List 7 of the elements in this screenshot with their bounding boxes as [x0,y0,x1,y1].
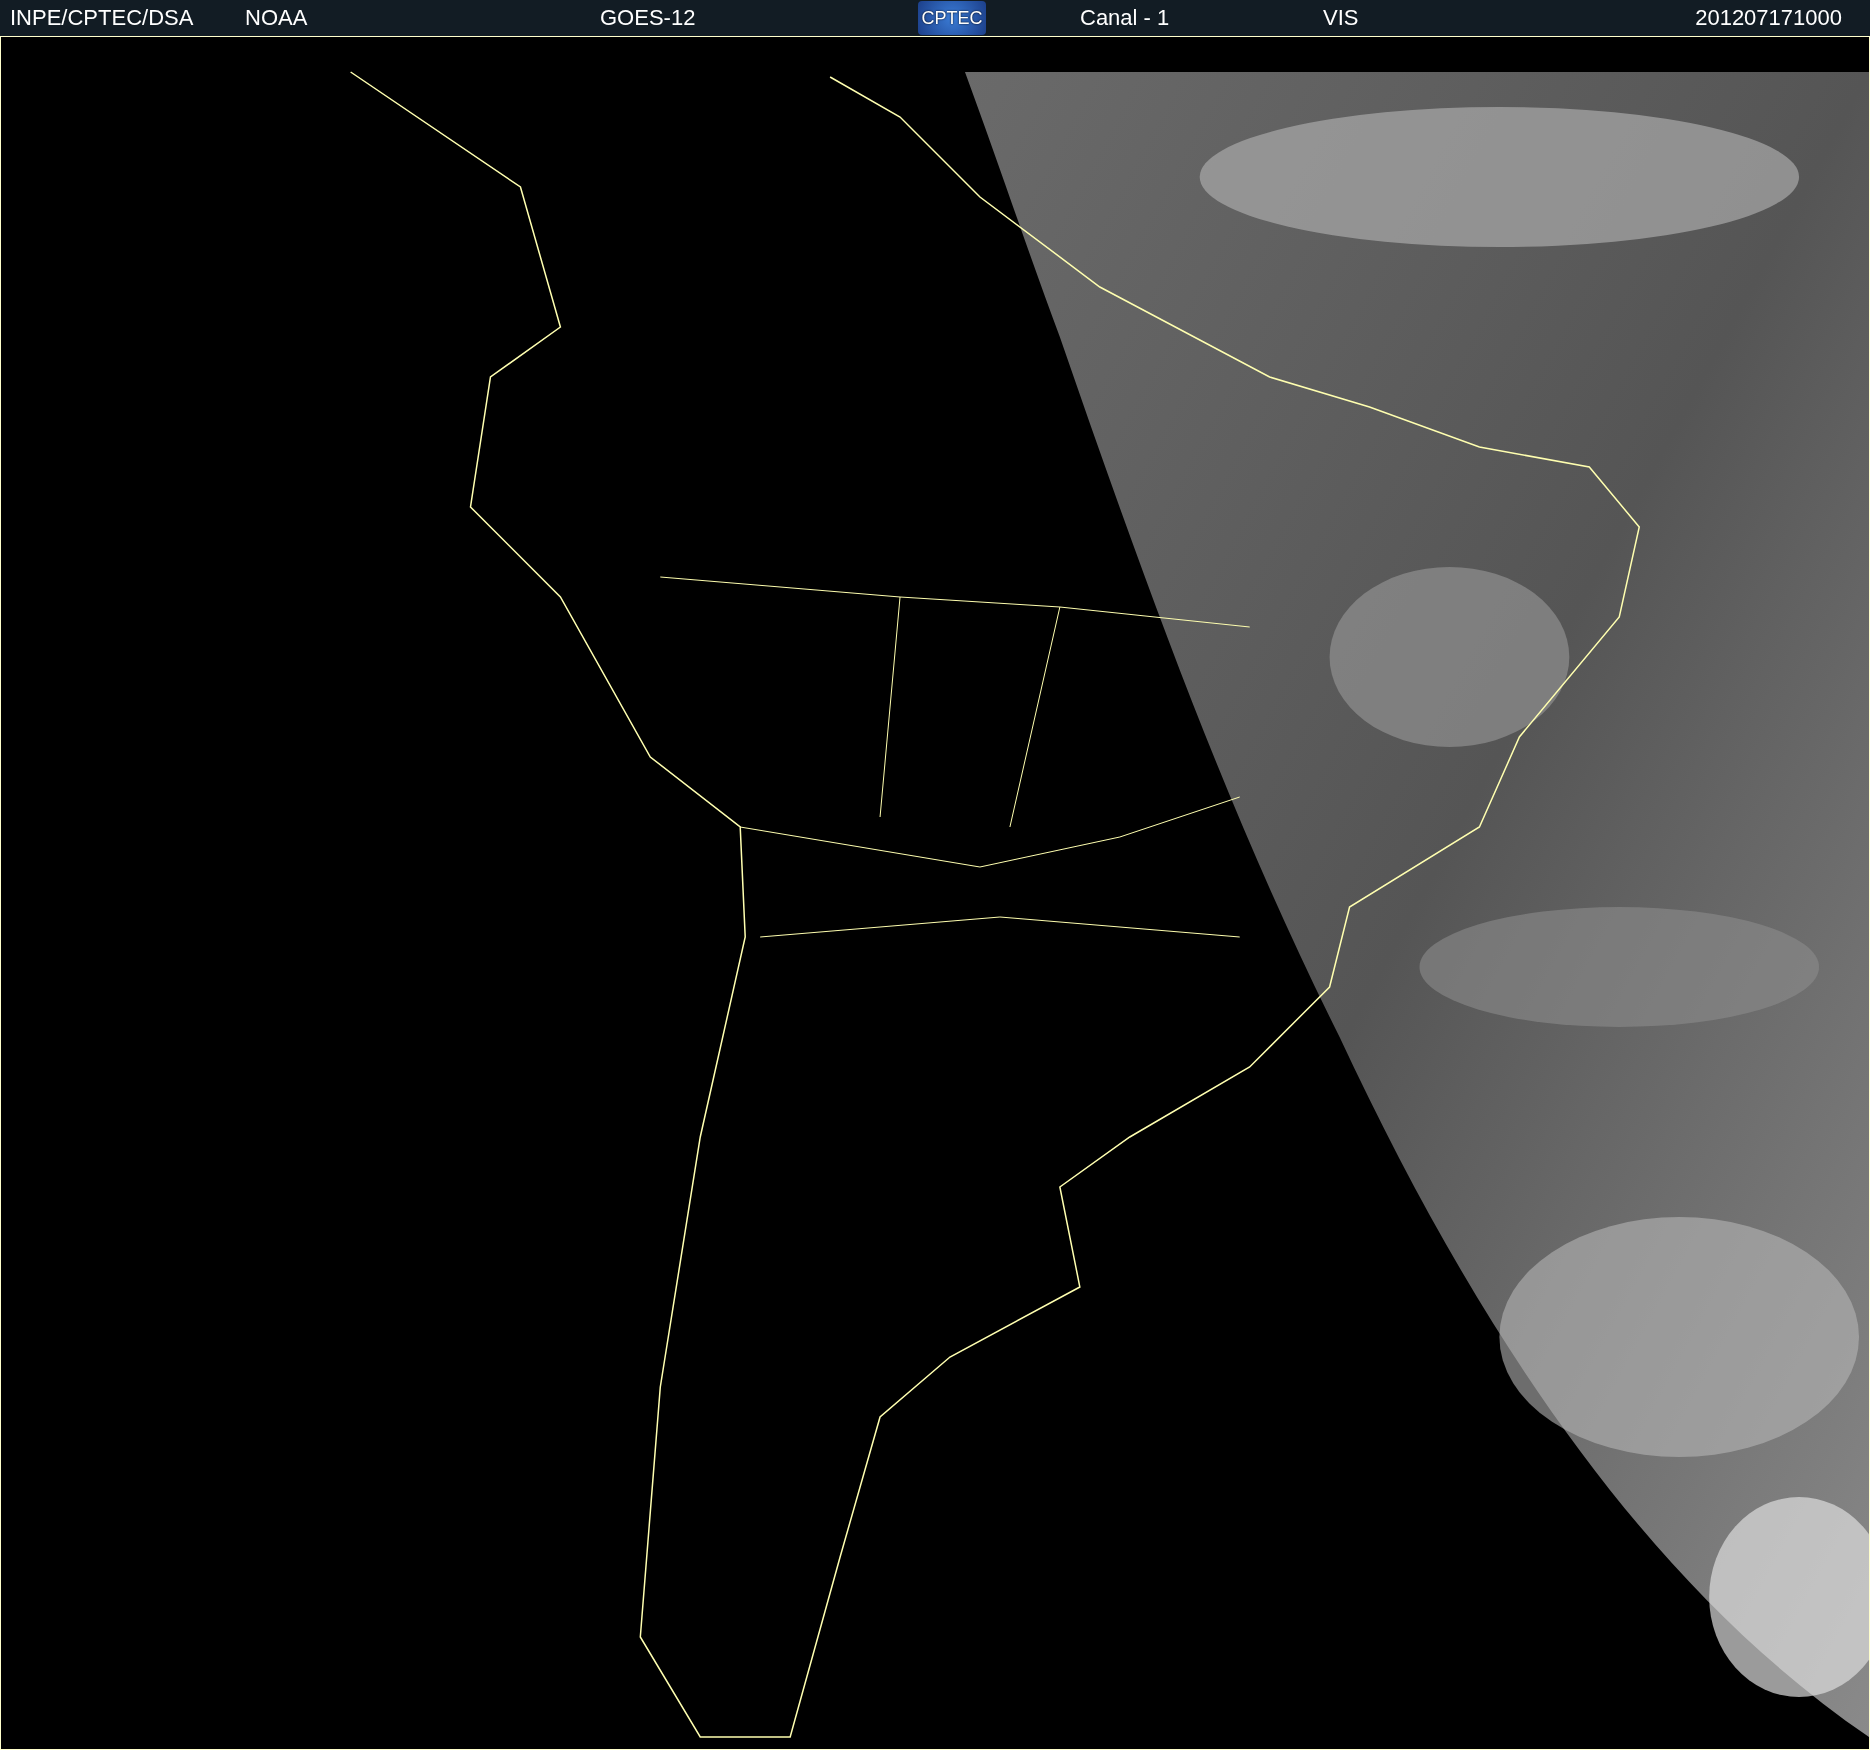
satellite-label: GOES-12 [600,7,697,29]
agency-label: NOAA [245,7,309,29]
channel-label: Canal - 1 [1080,7,1171,29]
logo: CPTEC [918,1,986,35]
source-label: INPE/CPTEC/DSA [10,7,195,29]
timestamp-label: 201207171000 [1695,7,1842,29]
band-label: VIS [1323,7,1360,29]
